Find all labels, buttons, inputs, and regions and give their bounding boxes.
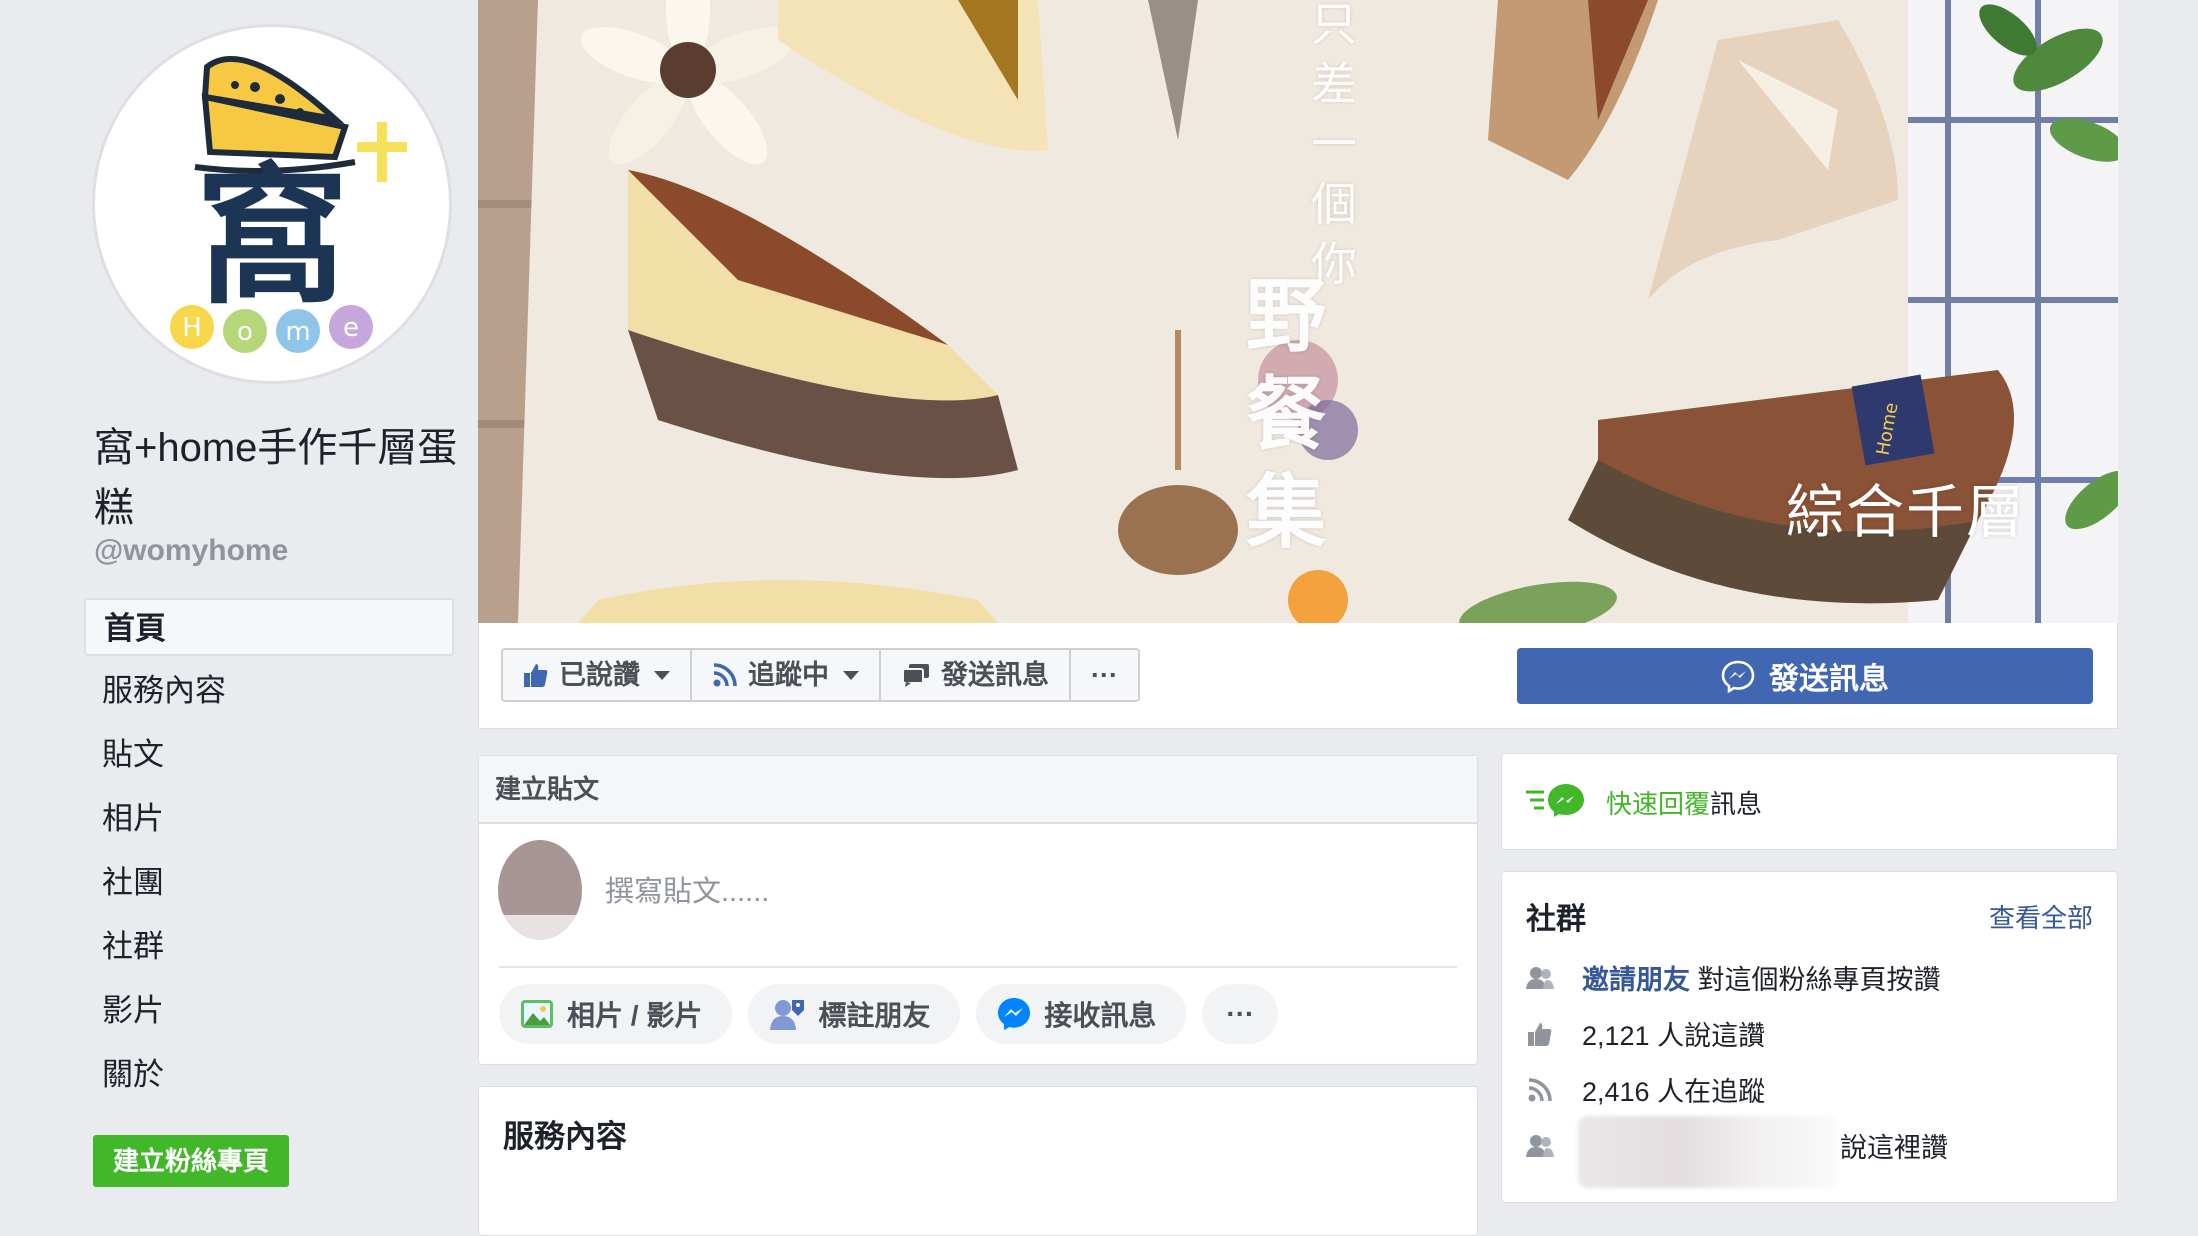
invite-friends-link[interactable]: 邀請朋友: [1582, 965, 1690, 995]
composer-actions: 相片 / 影片 標註朋友 接收訊息 ···: [499, 966, 1457, 1044]
followers-row: 2,416 人在追蹤: [1526, 1070, 1765, 1109]
tag-friends-label: 標註朋友: [818, 1000, 931, 1031]
rss-icon: [713, 663, 737, 687]
composer-more-button[interactable]: ···: [1202, 984, 1279, 1044]
send-message-button[interactable]: 發送訊息: [1517, 648, 2093, 704]
thumbs-up-icon: [1528, 1022, 1552, 1046]
create-page-button[interactable]: 建立粉絲專頁: [93, 1135, 289, 1187]
community-title: 社群: [1526, 903, 1586, 936]
logo-image: 窩 H o m e: [170, 56, 407, 353]
invite-friends-row: 邀請朋友 對這個粉絲專頁按讚: [1526, 958, 1941, 997]
message-button[interactable]: 發送訊息: [881, 650, 1071, 700]
photo-video-label: 相片 / 影片: [567, 1000, 703, 1031]
invite-friends-text: 對這個粉絲專頁按讚: [1697, 965, 1941, 995]
nav-item-about[interactable]: 關於: [84, 1046, 454, 1104]
users-icon: [1526, 966, 1554, 989]
cover-vertical-text: 只差一個你: [1311, 0, 1357, 290]
liked-label: 已說讚: [559, 660, 640, 690]
community-card: 社群 查看全部 邀請朋友 對這個粉絲專頁按讚 2,121 人說這讚 2,416 …: [1501, 871, 2118, 1203]
user-avatar: [498, 840, 582, 940]
cover-label: 綜合千層: [1786, 480, 2027, 545]
nav-item-photos[interactable]: 相片: [84, 790, 454, 848]
services-card: 服務內容: [478, 1086, 1478, 1236]
blurred-friends-names: [1578, 1116, 1838, 1188]
logo-letter: m: [285, 317, 310, 347]
messenger-icon: [1721, 660, 1755, 693]
thumbs-up-icon: [524, 664, 548, 687]
fast-messenger-icon: [1526, 784, 1584, 817]
photo-video-button[interactable]: 相片 / 影片: [499, 984, 733, 1044]
likes-row: 2,121 人說這讚: [1526, 1014, 1765, 1053]
services-title: 服務內容: [503, 1119, 627, 1154]
messenger-icon: [998, 998, 1031, 1030]
logo-letter: o: [237, 317, 253, 347]
page-handle[interactable]: @womyhome: [94, 534, 288, 568]
nav-item-posts[interactable]: 貼文: [84, 726, 454, 784]
nav-item-videos[interactable]: 影片: [84, 982, 454, 1040]
nav-item-services[interactable]: 服務內容: [84, 662, 454, 720]
nav-item-community[interactable]: 社群: [84, 918, 454, 976]
quick-reply-text: 快速回覆訊息: [1606, 784, 1762, 821]
following-label: 追蹤中: [748, 660, 829, 690]
following-button[interactable]: 追蹤中: [692, 650, 881, 700]
get-messages-button[interactable]: 接收訊息: [976, 984, 1187, 1044]
tag-friend-icon: [770, 1000, 805, 1030]
post-input[interactable]: 撰寫貼文......: [605, 868, 769, 910]
get-messages-label: 接收訊息: [1044, 1000, 1157, 1031]
tag-friends-button[interactable]: 標註朋友: [748, 984, 961, 1044]
page-action-bar: 已說讚 追蹤中 發送訊息 ··· 發送訊息: [478, 623, 2118, 729]
cover-photo[interactable]: Home 只差一個你 野餐集 綜合千層: [478, 0, 2118, 623]
caret-down-icon: [654, 670, 670, 680]
photo-icon: [521, 1000, 553, 1028]
followers-count: 2,416 人在追蹤: [1582, 1077, 1766, 1107]
logo-character: 窩: [197, 151, 347, 325]
page-title[interactable]: 窩+home手作千層蛋糕: [94, 418, 464, 538]
create-post-title: 建立貼文: [479, 756, 1477, 824]
quick-reply-card: 快速回覆訊息: [1501, 753, 2118, 850]
friends-like-text: 說這裡讚: [1840, 1133, 1948, 1163]
nav-item-groups[interactable]: 社團: [84, 854, 454, 912]
more-icon: ···: [1226, 998, 1255, 1029]
quick-reply-highlight: 快速回覆: [1606, 789, 1711, 819]
message-label: 發送訊息: [941, 660, 1049, 690]
users-icon: [1526, 1134, 1554, 1157]
likes-count: 2,121 人說這讚: [1582, 1021, 1766, 1051]
more-icon: ···: [1091, 660, 1118, 690]
page-action-group: 已說讚 追蹤中 發送訊息 ···: [501, 648, 1140, 702]
logo-letter: e: [343, 313, 359, 343]
rss-icon: [1528, 1077, 1552, 1101]
page-avatar[interactable]: 窩 H o m e: [92, 24, 452, 384]
create-post-card: 建立貼文 撰寫貼文...... 相片 / 影片 標註朋友 接收訊息 ···: [478, 755, 1478, 1065]
caret-down-icon: [843, 670, 859, 680]
chat-icon: [902, 664, 929, 687]
logo-letter: H: [182, 313, 202, 343]
nav-item-home[interactable]: 首頁: [84, 598, 454, 656]
see-all-link[interactable]: 查看全部: [1989, 898, 2093, 935]
quick-reply-rest: 訊息: [1710, 789, 1763, 819]
page-nav: 首頁 服務內容 貼文 相片 社團 社群 影片 關於: [84, 598, 454, 1110]
cover-vertical-title: 野餐集: [1246, 272, 1326, 557]
liked-button[interactable]: 已說讚: [503, 650, 692, 700]
send-message-label: 發送訊息: [1769, 663, 1889, 696]
more-options-button[interactable]: ···: [1071, 650, 1138, 700]
